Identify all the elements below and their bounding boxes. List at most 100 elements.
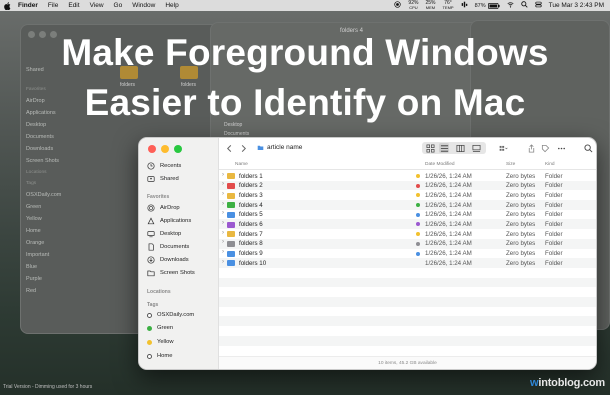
wifi-icon[interactable] [507, 1, 514, 10]
minimize-button[interactable] [161, 145, 169, 153]
disclosure-chevron-icon[interactable]: › [222, 172, 224, 178]
gallery-view-button[interactable] [471, 143, 481, 153]
file-date: 1/26/26, 1:24 AM [425, 211, 472, 219]
sidebar-item-recents[interactable]: Recents [147, 160, 181, 172]
sidebar-item-airdrop[interactable]: AirDrop [147, 202, 180, 214]
table-row[interactable]: › folders 8 1/26/26, 1:24 AM Zero bytes Fold… [219, 238, 596, 249]
sidebar-tag-osxdaily[interactable]: OSXDaily.com [147, 309, 194, 321]
columns-icon [456, 144, 464, 152]
table-row[interactable]: › folders 3 1/26/26, 1:24 AM Zero bytes Fold… [219, 190, 596, 200]
temp-stat[interactable]: 76° TEMP [442, 1, 453, 10]
table-row[interactable]: › folders 7 1/26/26, 1:24 AM Zero bytes Fold… [219, 229, 596, 239]
back-button[interactable] [224, 143, 234, 153]
icon-view-button[interactable] [425, 143, 435, 153]
list-view-button[interactable] [439, 143, 449, 153]
mem-stat[interactable]: 25% MEM [425, 1, 435, 10]
menu-file[interactable]: File [48, 2, 58, 9]
file-size: Zero bytes [506, 191, 536, 199]
background-sidebar-item: Screen Shots [26, 158, 60, 164]
more-button[interactable] [556, 143, 566, 153]
tag-dot-icon [416, 212, 420, 217]
disclosure-chevron-icon[interactable]: › [222, 191, 224, 197]
headline: Make Foreground Windows Easier to Identi… [0, 28, 610, 128]
sidebar-item-desktop[interactable]: Desktop [147, 228, 181, 240]
disclosure-chevron-icon[interactable]: › [222, 181, 224, 187]
sidebar-tag-home[interactable]: Home [147, 350, 172, 362]
sidebar-item-documents[interactable]: Documents [147, 241, 189, 253]
menu-window[interactable]: Window [132, 2, 155, 9]
battery-status[interactable]: 87% [475, 2, 500, 9]
file-date: 1/26/26, 1:24 AM [425, 172, 472, 180]
search-icon [583, 143, 592, 152]
grid-icon [426, 144, 434, 152]
column-header-date[interactable]: Date Modified [425, 162, 455, 167]
airdrop-icon [147, 204, 155, 212]
sidebar-tag-yellow[interactable]: Yellow [147, 336, 174, 348]
disclosure-chevron-icon[interactable]: › [222, 220, 224, 226]
path-title[interactable]: article name [257, 144, 302, 151]
table-row[interactable]: › folders 9 1/26/26, 1:24 AM Zero bytes Fold… [219, 249, 596, 259]
background-tag-item: Blue [26, 264, 38, 270]
sidebar-label: Shared [160, 176, 179, 182]
column-header-kind[interactable]: Kind [545, 162, 555, 167]
menu-view[interactable]: View [90, 2, 104, 9]
apple-logo-icon[interactable] [4, 1, 11, 10]
menu-help[interactable]: Help [165, 2, 178, 9]
table-row[interactable]: › folders 5 1/26/26, 1:24 AM Zero bytes Fold… [219, 210, 596, 220]
disclosure-chevron-icon[interactable]: › [222, 249, 224, 255]
disclosure-chevron-icon[interactable]: › [222, 230, 224, 236]
empty-list-area[interactable] [219, 268, 596, 358]
menu-go[interactable]: Go [114, 2, 123, 9]
group-by-button[interactable] [496, 143, 510, 153]
sidebar-label: OSXDaily.com [157, 312, 195, 318]
folder-icon [227, 221, 235, 228]
table-row[interactable]: › folders 10 1/26/26, 1:24 AM Zero bytes Fol… [219, 258, 596, 268]
sidebar-item-shared[interactable]: Shared [147, 173, 179, 185]
disclosure-chevron-icon[interactable]: › [222, 239, 224, 245]
sidebar-item-downloads[interactable]: Downloads [147, 254, 189, 266]
finder-toolbar: article name [219, 138, 596, 159]
table-row[interactable]: › folders 2 1/26/26, 1:24 AM Zero bytes Fold… [219, 180, 596, 191]
background-tag-item: Important [26, 252, 50, 258]
tag-button[interactable] [540, 143, 550, 153]
menubar-clock[interactable]: Tue Mar 3 2:43 PM [549, 2, 604, 9]
audio-icon[interactable] [461, 1, 468, 10]
table-row[interactable]: › folders 4 1/26/26, 1:24 AM Zero bytes Fold… [219, 200, 596, 210]
record-icon[interactable] [394, 1, 402, 10]
cpu-stat[interactable]: 92% CPU [408, 1, 418, 10]
table-row[interactable]: › folders 1 1/26/26, 1:24 AM Zero bytes Fold… [219, 171, 596, 181]
trial-note: Trial Version - Dimming used for 3 hours [3, 384, 93, 390]
file-kind: Folder [545, 182, 563, 190]
column-header-size[interactable]: Size [506, 162, 515, 167]
control-center-icon[interactable] [534, 1, 542, 10]
file-name: folders 1 [239, 172, 263, 180]
sidebar-tag-green[interactable]: Green [147, 322, 173, 334]
tag-dot-icon [416, 174, 420, 178]
search-icon[interactable] [520, 1, 528, 10]
column-view-button[interactable] [455, 143, 465, 153]
menu-edit[interactable]: Edit [68, 2, 79, 9]
disclosure-chevron-icon[interactable]: › [222, 201, 224, 207]
file-date: 1/26/26, 1:24 AM [425, 250, 472, 257]
file-kind: Folder [545, 250, 563, 257]
forward-button[interactable] [238, 143, 248, 153]
close-button[interactable] [148, 145, 156, 153]
file-date: 1/26/26, 1:24 AM [425, 240, 472, 248]
table-row[interactable]: › folders 6 1/26/26, 1:24 AM Zero bytes Fold… [219, 219, 596, 230]
disclosure-chevron-icon[interactable]: › [222, 259, 224, 265]
background-locations-label: Locations [26, 170, 47, 175]
zoom-button[interactable] [174, 145, 182, 153]
background-tag-item: Home [26, 228, 41, 234]
search-button[interactable] [583, 143, 593, 153]
file-size: Zero bytes [506, 220, 536, 228]
background-tag-item: Yellow [26, 216, 42, 222]
menu-finder[interactable]: Finder [18, 2, 38, 9]
folder-icon [227, 260, 235, 267]
file-name: folders 5 [239, 211, 263, 219]
share-button[interactable] [526, 143, 536, 153]
column-header-name[interactable]: Name [235, 162, 248, 167]
sidebar-item-applications[interactable]: Applications [147, 215, 191, 227]
sidebar-item-screen-shots[interactable]: Screen Shots [147, 267, 195, 279]
disclosure-chevron-icon[interactable]: › [222, 210, 224, 216]
finder-window[interactable]: Recents Shared Favorites AirDrop Applica… [138, 137, 597, 370]
